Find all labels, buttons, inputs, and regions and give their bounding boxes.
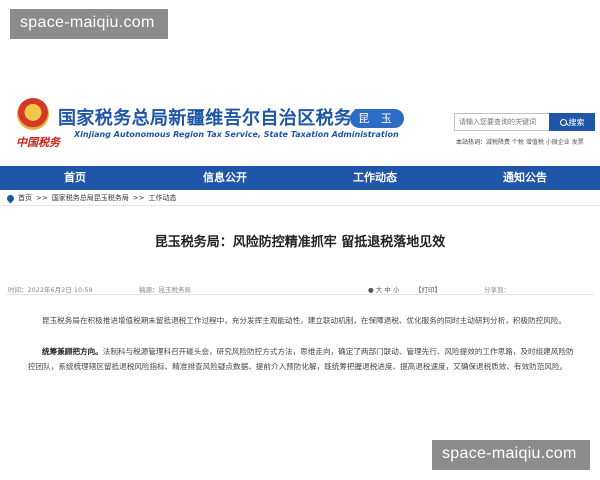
paragraph-text: 昆玉税务局在积极推进增值税期末留抵退税工作过程中，充分发挥主观能动性，建立联动机…	[42, 316, 566, 325]
watermark-top: space-maiqiu.com	[10, 9, 168, 39]
share-label: 分享到：	[484, 286, 510, 294]
hot-words-label: 本站热词：	[456, 139, 487, 146]
main-nav: 首页 信息公开 工作动态 通知公告	[0, 166, 600, 190]
location-pin-icon	[5, 193, 16, 203]
font-size-controls[interactable]: ● 大 中 小	[368, 284, 399, 294]
hot-words-links[interactable]: 减税降费 个税 增值税 小微企业 发票	[486, 139, 584, 146]
site-title-cn[interactable]: 国家税务总局新疆维吾尔自治区税务局	[58, 104, 371, 130]
breadcrumb-divider	[0, 205, 600, 206]
breadcrumb-separator: >>	[132, 194, 145, 202]
watermark-bottom: space-maiqiu.com	[432, 440, 590, 470]
article-source: 稿源：昆玉税务局	[139, 286, 191, 294]
nav-item-work-news[interactable]: 工作动态	[300, 166, 450, 190]
breadcrumb-bureau[interactable]: 国家税务总局昆玉税务局	[52, 193, 129, 203]
region-badge[interactable]: 昆 玉	[350, 109, 404, 128]
print-button[interactable]: 【打印】	[415, 284, 441, 294]
search-button[interactable]: 搜索	[549, 113, 595, 131]
search-button-label: 搜索	[568, 117, 585, 127]
nav-item-notices[interactable]: 通知公告	[450, 166, 600, 190]
paragraph-lead: 统筹兼顾把方向。	[42, 347, 103, 356]
search-input[interactable]	[454, 113, 550, 131]
tax-emblem-icon	[17, 98, 49, 130]
breadcrumb: 首页 >> 国家税务总局昆玉税务局 >> 工作动态	[5, 193, 176, 203]
site-title-en: Xinjiang Autonomous Region Tax Service, …	[74, 130, 399, 139]
article-paragraph: 昆玉税务局在积极推进增值税期末留抵退税工作过程中，充分发挥主观能动性，建立联动机…	[28, 313, 580, 328]
site-header: 中国税务 国家税务总局新疆维吾尔自治区税务局 Xinjiang Autonomo…	[0, 88, 600, 160]
nav-item-info-disclosure[interactable]: 信息公开	[150, 166, 300, 190]
article-paragraph: 统筹兼顾把方向。法制科与税源管理科召开碰头会，研究风险防控方式方法，思维走向，确…	[28, 344, 580, 374]
paragraph-text: 法制科与税源管理科召开碰头会，研究风险防控方式方法，思维走向，确定了两部门联动、…	[28, 347, 574, 371]
meta-divider	[6, 294, 594, 295]
breadcrumb-home[interactable]: 首页	[18, 193, 32, 203]
article-time: 时间：2022年6月2日 10:59	[8, 286, 93, 294]
article-title: 昆玉税务局：风险防控精准抓牢 留抵退税落地见效	[154, 235, 446, 250]
breadcrumb-current[interactable]: 工作动态	[148, 193, 176, 203]
search-icon	[559, 118, 567, 126]
brand-logo-text: 中国税务	[16, 136, 60, 149]
nav-item-home[interactable]: 首页	[0, 166, 150, 190]
breadcrumb-separator: >>	[36, 194, 48, 202]
hot-words: 本站热词：减税降费 个税 增值税 小微企业 发票	[456, 137, 584, 146]
